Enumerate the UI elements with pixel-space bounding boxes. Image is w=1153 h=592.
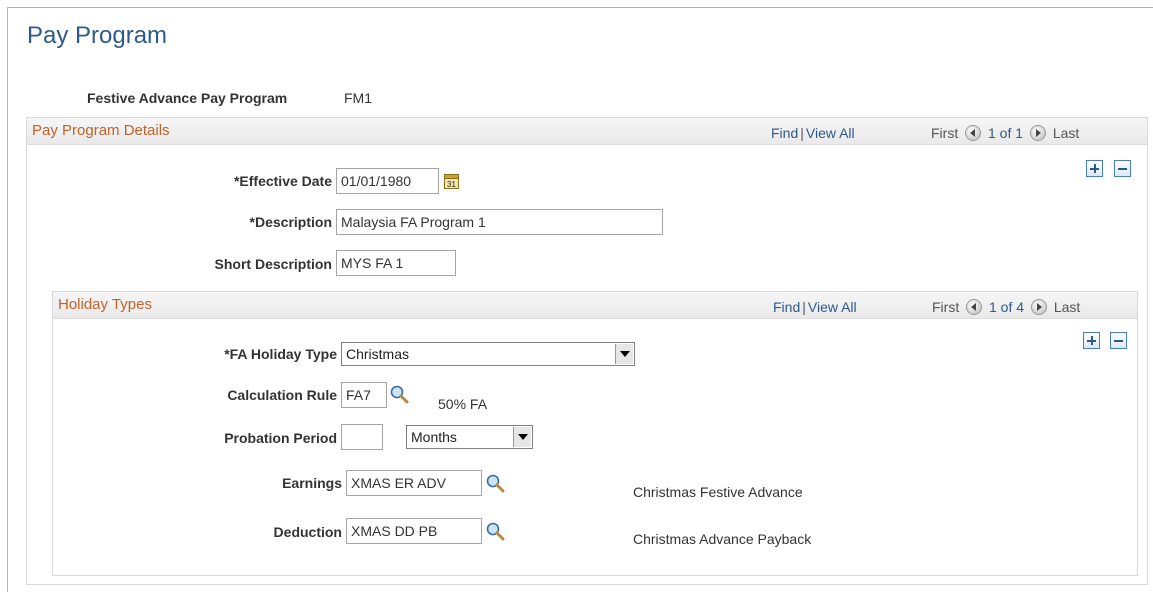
holiday-count: 1 of 4: [989, 299, 1025, 315]
description-label: *Description: [249, 214, 332, 230]
details-pager: First 1 of 1 Last: [931, 125, 1079, 141]
short-description-label: Short Description: [214, 256, 332, 272]
holiday-view-all-link[interactable]: View All: [808, 299, 857, 315]
earnings-input[interactable]: XMAS ER ADV: [346, 470, 482, 496]
fa-holiday-type-value: Christmas: [346, 346, 410, 362]
details-view-all-link[interactable]: View All: [806, 125, 855, 141]
probation-period-label: Probation Period: [224, 430, 337, 446]
short-description-input[interactable]: MYS FA 1: [336, 250, 456, 276]
delete-holiday-row-button[interactable]: [1110, 332, 1127, 349]
probation-unit-select[interactable]: Months: [406, 425, 533, 449]
details-header: Pay Program Details Find | View All First …: [27, 118, 1147, 145]
deduction-label: Deduction: [273, 524, 342, 540]
probation-unit-value: Months: [411, 429, 457, 445]
holiday-last: Last: [1053, 299, 1081, 315]
fa-holiday-type-label: *FA Holiday Type: [224, 346, 337, 362]
delete-row-button[interactable]: [1114, 160, 1131, 177]
deduction-input[interactable]: XMAS DD PB: [346, 518, 482, 544]
fa-holiday-type-select[interactable]: Christmas: [341, 342, 635, 366]
calculation-rule-input[interactable]: FA7: [341, 382, 387, 408]
holiday-find-viewall: Find | View All: [773, 299, 857, 315]
arrow-right-icon[interactable]: [1029, 125, 1046, 141]
details-title: Pay Program Details: [32, 122, 170, 139]
holiday-title: Holiday Types: [58, 296, 152, 313]
program-value: FM1: [344, 90, 372, 106]
effective-date-label: *Effective Date: [233, 173, 332, 189]
effective-date-input[interactable]: 01/01/1980: [336, 168, 439, 194]
earnings-description: Christmas Festive Advance: [633, 484, 803, 500]
page-title: Pay Program: [27, 22, 168, 49]
magnifier-icon[interactable]: [485, 521, 505, 541]
details-separator: |: [800, 125, 804, 141]
earnings-label: Earnings: [282, 475, 342, 491]
arrow-left-icon[interactable]: [966, 299, 983, 315]
magnifier-icon[interactable]: [389, 384, 409, 404]
holiday-header: Holiday Types Find | View All First 1 of 4…: [53, 292, 1137, 319]
details-count: 1 of 1: [988, 125, 1024, 141]
probation-period-input[interactable]: [341, 424, 383, 450]
holiday-pager: First 1 of 4 Last: [932, 299, 1080, 315]
description-input[interactable]: Malaysia FA Program 1: [336, 209, 663, 235]
details-find-link[interactable]: Find: [771, 125, 798, 141]
deduction-description: Christmas Advance Payback: [633, 531, 812, 547]
calculation-rule-label: Calculation Rule: [227, 387, 337, 403]
holiday-first: First: [932, 299, 960, 315]
magnifier-icon[interactable]: [485, 473, 505, 493]
holiday-find-link[interactable]: Find: [773, 299, 800, 315]
svg-text:31: 31: [447, 180, 456, 189]
calendar-icon[interactable]: 31: [444, 172, 460, 190]
chevron-down-icon[interactable]: [513, 427, 531, 447]
details-first: First: [931, 125, 959, 141]
holiday-separator: |: [802, 299, 806, 315]
arrow-right-icon[interactable]: [1030, 299, 1047, 315]
arrow-left-icon[interactable]: [965, 125, 982, 141]
chevron-down-icon[interactable]: [615, 344, 633, 364]
program-label: Festive Advance Pay Program: [87, 90, 288, 106]
calculation-rule-description: 50% FA: [438, 396, 488, 412]
details-last: Last: [1052, 125, 1080, 141]
add-row-button[interactable]: [1086, 160, 1103, 177]
add-holiday-row-button[interactable]: [1083, 332, 1100, 349]
details-find-viewall: Find | View All: [771, 125, 855, 141]
